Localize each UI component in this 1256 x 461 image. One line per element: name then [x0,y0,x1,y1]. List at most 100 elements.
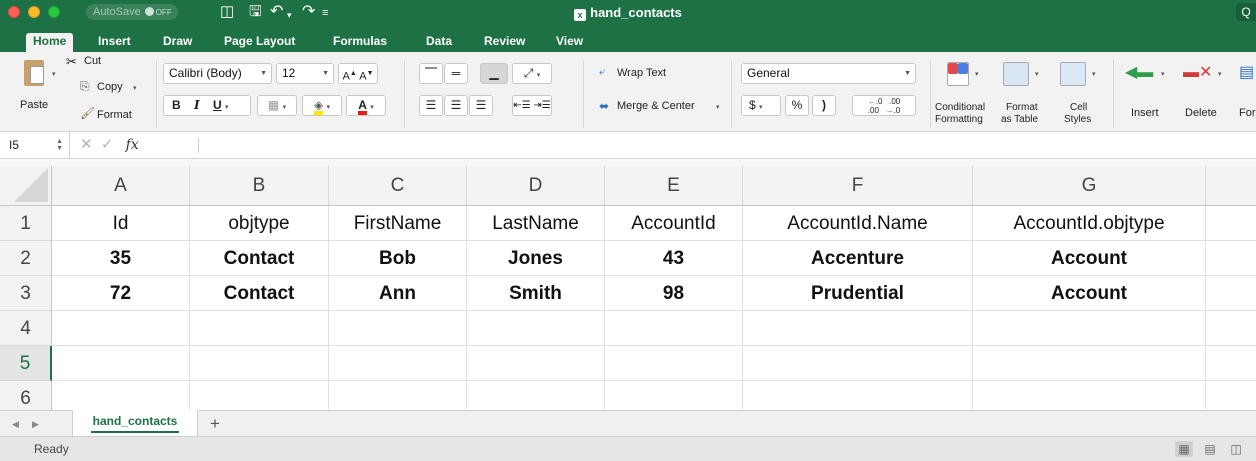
cell-g2[interactable]: Account [973,241,1206,276]
cell-a3[interactable]: 72 [52,276,190,311]
cell-e5[interactable] [605,346,743,381]
cell-g3[interactable]: Account [973,276,1206,311]
column-header-c[interactable]: C [329,166,467,206]
cell-g1[interactable]: AccountId.objtype [973,206,1206,241]
cell-g5[interactable] [973,346,1206,381]
cell-a2[interactable]: 35 [52,241,190,276]
cell-f1[interactable]: AccountId.Name [743,206,973,241]
row-header-2[interactable]: 2 [0,241,52,276]
column-header-g[interactable]: G [973,166,1206,206]
cell-e1[interactable]: AccountId [605,206,743,241]
column-header-b[interactable]: B [190,166,329,206]
cell-c4[interactable] [329,311,467,346]
cut-button[interactable]: Cut [84,55,101,67]
cell-h1[interactable] [1206,206,1256,241]
percent-button[interactable]: % [785,95,809,116]
insert-function-button[interactable]: fx [126,137,139,153]
paste-dropdown-icon[interactable]: ▾ [52,70,56,78]
tab-view[interactable]: View [556,33,583,52]
tab-review[interactable]: Review [484,33,525,52]
cell-d2[interactable]: Jones [467,241,605,276]
add-sheet-button[interactable]: + [210,411,220,437]
tab-draw[interactable]: Draw [163,33,192,52]
cell-b3[interactable]: Contact [190,276,329,311]
currency-button[interactable]: $ ▾ [741,95,781,116]
cell-h3[interactable] [1206,276,1256,311]
cell-b1[interactable]: objtype [190,206,329,241]
row-header-1[interactable]: 1 [0,206,52,241]
cell-d4[interactable] [467,311,605,346]
cell-e4[interactable] [605,311,743,346]
cell-d5[interactable] [467,346,605,381]
column-header-e[interactable]: E [605,166,743,206]
column-header-a[interactable]: A [52,166,190,206]
cell-f4[interactable] [743,311,973,346]
cell-b2[interactable]: Contact [190,241,329,276]
previous-sheet-icon[interactable]: ◀ [12,411,19,437]
row-header-3[interactable]: 3 [0,276,52,311]
cell-h2[interactable] [1206,241,1256,276]
tab-page-layout[interactable]: Page Layout [224,33,295,52]
cancel-formula-icon[interactable]: ✕ [80,136,93,153]
merge-dropdown-icon[interactable]: ▾ [716,103,720,111]
cell-e2[interactable]: 43 [605,241,743,276]
copy-button[interactable]: Copy [97,81,123,93]
cell-f2[interactable]: Accenture [743,241,973,276]
search-icon[interactable]: Q [1236,3,1256,21]
underline-dropdown-icon[interactable]: ▾ [225,104,229,111]
font-size-select[interactable]: 12 ▼ [276,63,334,84]
indent-buttons[interactable]: ⇤☰ ⇥☰ [512,95,552,116]
cell-h4[interactable] [1206,311,1256,346]
copy-icon[interactable]: ⎘ [80,79,90,94]
row-header-5[interactable]: 5 [0,346,52,381]
next-sheet-icon[interactable]: ▶ [32,411,39,437]
cell-f5[interactable] [743,346,973,381]
align-top-button[interactable]: ⎺ [419,63,443,84]
tab-insert[interactable]: Insert [98,33,131,52]
merge-center-button[interactable]: Merge & Center [617,100,695,112]
name-box-stepper-icon[interactable]: ▲ ▼ [56,138,63,152]
cell-c5[interactable] [329,346,467,381]
align-left-button[interactable]: ☰ [419,95,443,116]
comma-style-button[interactable]: ) [812,95,836,116]
name-box[interactable]: I5 ▲ ▼ [0,132,70,158]
cell-c3[interactable]: Ann [329,276,467,311]
format-painter-icon[interactable]: 🖌 [80,106,95,120]
align-center-button[interactable]: ☰ [444,95,468,116]
fill-color-button[interactable]: ◈ ▾ [302,95,342,116]
cell-b5[interactable] [190,346,329,381]
font-size-change-buttons[interactable]: A▲ A▼ [338,63,378,84]
cell-a4[interactable] [52,311,190,346]
bold-button[interactable]: B [172,98,181,112]
accept-formula-icon[interactable]: ✓ [101,136,114,153]
underline-button[interactable]: U [213,98,222,112]
cell-c2[interactable]: Bob [329,241,467,276]
cell-d3[interactable]: Smith [467,276,605,311]
select-all-button[interactable] [0,166,52,206]
cell-d1[interactable]: LastName [467,206,605,241]
cut-icon[interactable]: ✂ [66,54,77,70]
tab-home[interactable]: Home [26,33,74,52]
cell-e3[interactable]: 98 [605,276,743,311]
align-right-button[interactable]: ☰ [469,95,493,116]
column-header-f[interactable]: F [743,166,973,206]
tab-data[interactable]: Data [426,33,452,52]
cell-f3[interactable]: Prudential [743,276,973,311]
normal-view-icon[interactable]: ▦ [1175,441,1193,457]
orientation-button[interactable]: ⤢ ▾ [512,63,552,84]
column-header-d[interactable]: D [467,166,605,206]
page-layout-view-icon[interactable]: ▤ [1201,441,1219,457]
font-name-select[interactable]: Calibri (Body) ▼ [163,63,272,84]
cell-b4[interactable] [190,311,329,346]
cell-a5[interactable] [52,346,190,381]
page-break-view-icon[interactable]: ◫ [1227,441,1245,457]
cell-c1[interactable]: FirstName [329,206,467,241]
number-format-select[interactable]: General ▼ [741,63,916,84]
cell-h5[interactable] [1206,346,1256,381]
row-header-4[interactable]: 4 [0,311,52,346]
font-color-button[interactable]: A ▾ [346,95,386,116]
sheet-tab-hand-contacts[interactable]: hand_contacts [72,410,198,436]
borders-button[interactable]: ▦ ▾ [257,95,297,116]
cell-g4[interactable] [973,311,1206,346]
tab-formulas[interactable]: Formulas [333,33,387,52]
